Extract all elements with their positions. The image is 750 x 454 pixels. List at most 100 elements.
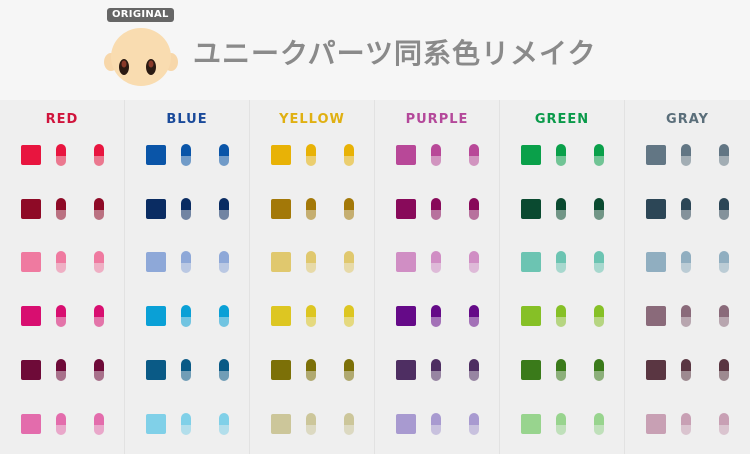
color-swatch[interactable] [21, 414, 41, 434]
color-column-green: GREEN [500, 100, 625, 454]
color-row [125, 250, 249, 274]
color-swatch[interactable] [521, 252, 541, 272]
color-row [625, 304, 750, 328]
color-swatch[interactable] [396, 360, 416, 380]
color-variants-panel: RED BLUE YELLOW PURPLE GREEN GRAY [0, 100, 750, 454]
color-row [625, 143, 750, 167]
color-column-purple: PURPLE [375, 100, 500, 454]
color-row [250, 412, 374, 436]
color-swatch[interactable] [271, 145, 291, 165]
color-swatch[interactable] [646, 360, 666, 380]
part-preview-icon [431, 359, 441, 381]
part-preview-icon [719, 251, 729, 273]
color-swatch[interactable] [396, 145, 416, 165]
color-row [125, 304, 249, 328]
part-preview-icon [306, 359, 316, 381]
color-swatch[interactable] [146, 414, 166, 434]
color-swatch[interactable] [396, 306, 416, 326]
color-row [250, 197, 374, 221]
part-preview-icon [181, 198, 191, 220]
part-preview-icon [681, 305, 691, 327]
part-preview-icon [94, 198, 104, 220]
color-row [500, 304, 624, 328]
color-swatch[interactable] [521, 306, 541, 326]
color-row [0, 250, 124, 274]
color-swatch[interactable] [521, 414, 541, 434]
color-swatch[interactable] [21, 145, 41, 165]
color-swatch[interactable] [146, 252, 166, 272]
part-preview-icon [219, 251, 229, 273]
color-swatch[interactable] [271, 306, 291, 326]
color-swatch[interactable] [21, 360, 41, 380]
color-swatch[interactable] [646, 414, 666, 434]
color-row [500, 143, 624, 167]
part-preview-icon [56, 413, 66, 435]
part-preview-icon [181, 413, 191, 435]
color-row [250, 304, 374, 328]
part-preview-icon [344, 144, 354, 166]
part-preview-icon [181, 251, 191, 273]
color-row [500, 412, 624, 436]
color-swatch[interactable] [396, 199, 416, 219]
color-row [375, 412, 499, 436]
color-swatch[interactable] [21, 199, 41, 219]
color-swatch[interactable] [646, 252, 666, 272]
color-swatch[interactable] [146, 199, 166, 219]
color-swatch[interactable] [146, 145, 166, 165]
part-preview-icon [219, 305, 229, 327]
part-preview-icon [94, 359, 104, 381]
part-preview-icon [719, 198, 729, 220]
part-preview-icon [431, 144, 441, 166]
part-preview-icon [431, 251, 441, 273]
color-column-red: RED [0, 100, 125, 454]
color-swatch[interactable] [271, 199, 291, 219]
color-swatch[interactable] [146, 360, 166, 380]
color-swatch[interactable] [271, 414, 291, 434]
color-row [250, 143, 374, 167]
color-swatch[interactable] [646, 306, 666, 326]
color-column-blue: BLUE [125, 100, 250, 454]
part-preview-icon [556, 305, 566, 327]
color-swatch[interactable] [271, 360, 291, 380]
part-preview-icon [94, 305, 104, 327]
part-preview-icon [594, 251, 604, 273]
color-swatch[interactable] [396, 414, 416, 434]
color-swatch[interactable] [21, 252, 41, 272]
color-swatch[interactable] [521, 145, 541, 165]
part-preview-icon [681, 251, 691, 273]
color-swatch[interactable] [521, 360, 541, 380]
part-preview-icon [56, 198, 66, 220]
part-preview-icon [469, 144, 479, 166]
color-swatch[interactable] [521, 199, 541, 219]
color-swatch[interactable] [646, 145, 666, 165]
part-preview-icon [594, 144, 604, 166]
color-swatch[interactable] [271, 252, 291, 272]
part-preview-icon [219, 198, 229, 220]
column-title: BLUE [166, 112, 208, 127]
part-preview-icon [681, 413, 691, 435]
column-title: GRAY [666, 112, 709, 127]
part-preview-icon [344, 359, 354, 381]
part-preview-icon [344, 305, 354, 327]
part-preview-icon [56, 305, 66, 327]
color-row [0, 304, 124, 328]
color-swatch[interactable] [396, 252, 416, 272]
part-preview-icon [94, 413, 104, 435]
part-preview-icon [719, 413, 729, 435]
part-preview-icon [181, 305, 191, 327]
color-swatch[interactable] [646, 199, 666, 219]
part-preview-icon [306, 144, 316, 166]
color-row [375, 358, 499, 382]
color-row [500, 197, 624, 221]
part-preview-icon [594, 305, 604, 327]
color-row [0, 143, 124, 167]
color-row [375, 143, 499, 167]
part-preview-icon [594, 359, 604, 381]
part-preview-icon [594, 198, 604, 220]
column-title: PURPLE [405, 112, 469, 127]
color-swatch[interactable] [146, 306, 166, 326]
part-preview-icon [56, 251, 66, 273]
color-swatch[interactable] [21, 306, 41, 326]
part-preview-icon [719, 144, 729, 166]
color-row [0, 358, 124, 382]
